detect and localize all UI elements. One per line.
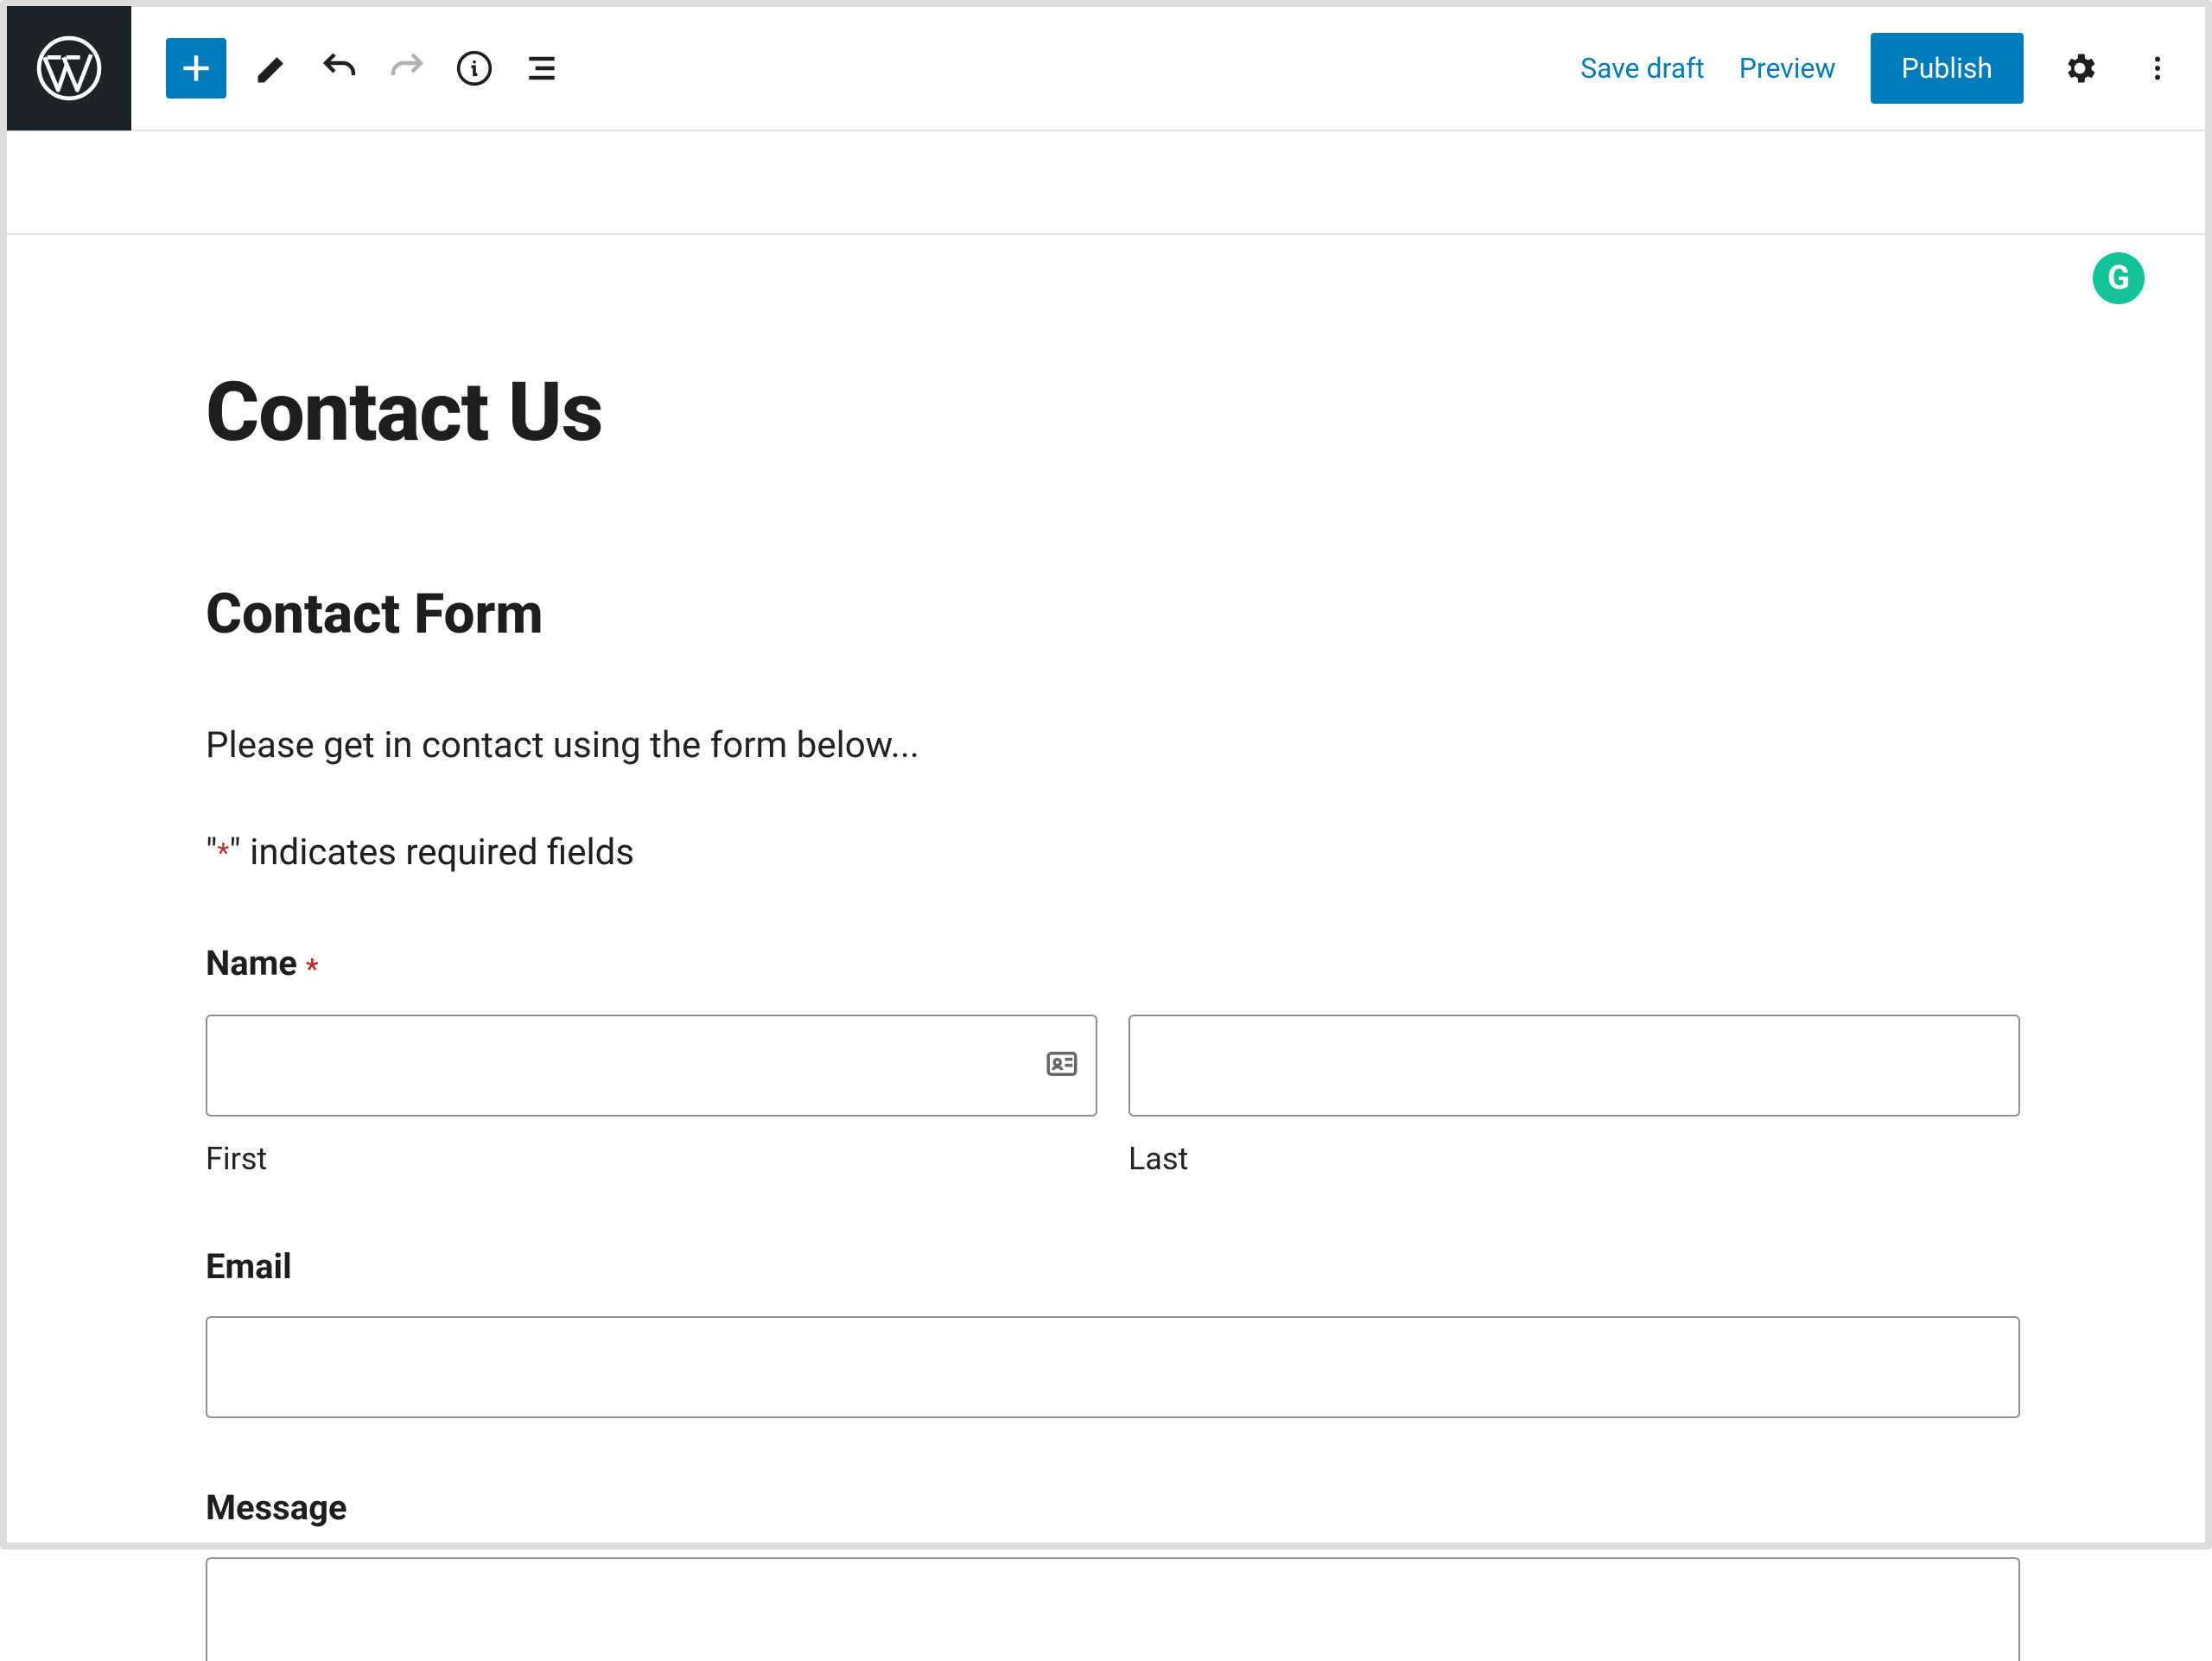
wp-logo-button[interactable] xyxy=(7,6,131,130)
page-title[interactable]: Contact Us xyxy=(206,365,2020,461)
editor-canvas: G Contact Us Contact Form Please get in … xyxy=(7,235,2205,1661)
name-label-text: Name xyxy=(206,943,297,983)
save-draft-button[interactable]: Save draft xyxy=(1580,52,1705,85)
grammarly-icon[interactable]: G xyxy=(2093,252,2145,304)
asterisk-icon: * xyxy=(306,952,319,985)
required-fields-note: "*" indicates required fields xyxy=(206,831,2020,874)
form-intro-text[interactable]: Please get in contact using the form bel… xyxy=(206,724,2020,767)
message-label: Message xyxy=(206,1487,2020,1528)
message-label-text: Message xyxy=(206,1487,347,1528)
message-textarea[interactable] xyxy=(206,1557,2020,1661)
last-name-sublabel: Last xyxy=(1128,1141,2020,1177)
last-name-input[interactable] xyxy=(1128,1015,2020,1117)
edit-mode-button[interactable] xyxy=(251,47,294,90)
add-block-button[interactable] xyxy=(166,38,226,99)
email-label-text: Email xyxy=(206,1246,292,1287)
document-outline-button[interactable] xyxy=(520,47,563,90)
editor-toolbar: Save draft Preview Publish xyxy=(7,7,2205,131)
preview-button[interactable]: Preview xyxy=(1739,52,1836,85)
email-label: Email xyxy=(206,1246,2020,1287)
info-button[interactable] xyxy=(453,47,496,90)
contact-card-icon xyxy=(1044,1046,1080,1085)
required-prefix: " xyxy=(206,831,217,874)
block-toolbar-placeholder xyxy=(7,131,2205,235)
settings-button[interactable] xyxy=(2058,47,2101,90)
publish-button[interactable]: Publish xyxy=(1871,33,2024,104)
email-input[interactable] xyxy=(206,1316,2020,1418)
first-name-input[interactable] xyxy=(206,1015,1097,1117)
undo-button[interactable] xyxy=(318,47,361,90)
more-options-button[interactable] xyxy=(2136,47,2179,90)
asterisk-icon: * xyxy=(217,837,229,869)
required-suffix: " indicates required fields xyxy=(229,831,634,874)
name-label: Name * xyxy=(206,943,2020,983)
redo-button[interactable] xyxy=(385,47,429,90)
first-name-sublabel: First xyxy=(206,1141,1097,1177)
form-heading[interactable]: Contact Form xyxy=(206,582,2020,646)
